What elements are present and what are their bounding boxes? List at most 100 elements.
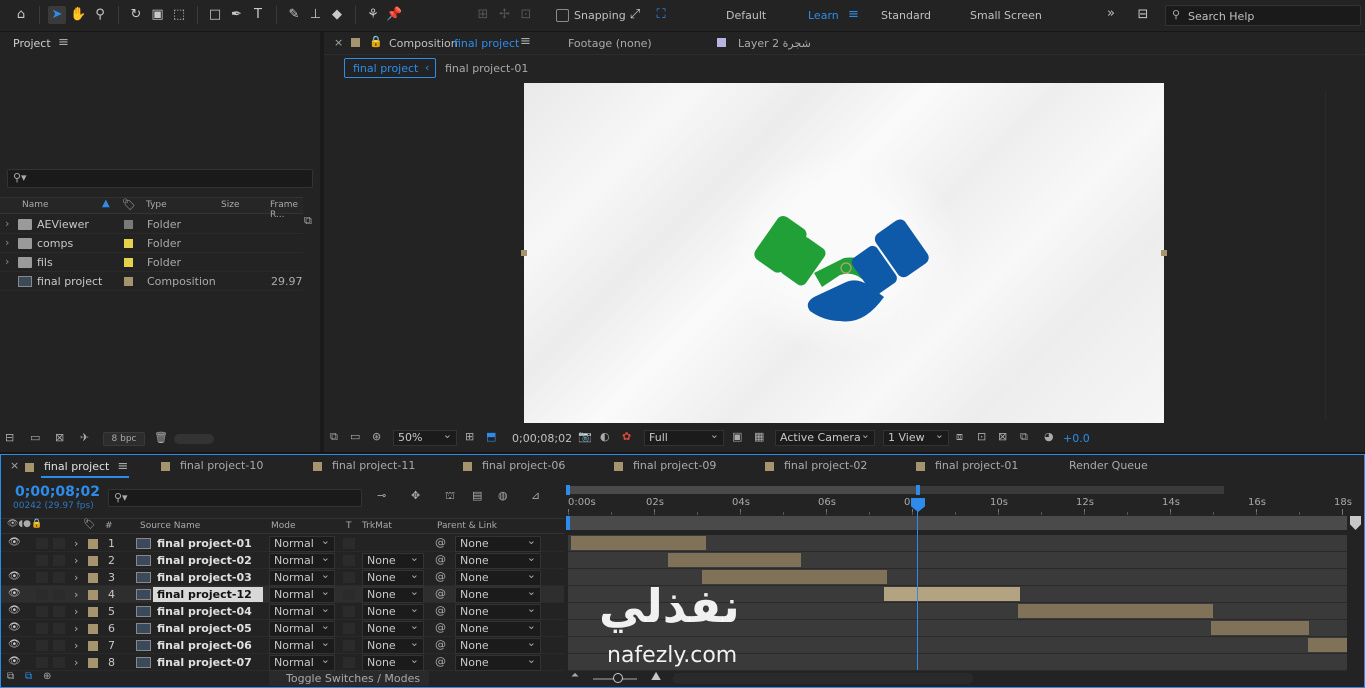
layer-source-name[interactable]: final project-05 <box>157 622 252 635</box>
lock-toggle[interactable] <box>53 606 65 617</box>
label-swatch[interactable] <box>88 556 98 566</box>
lock-icon[interactable]: 🔒 <box>369 35 383 48</box>
project-item-row[interactable]: › AEViewer Folder <box>0 215 303 234</box>
label-swatch[interactable] <box>124 239 133 248</box>
visibility-eye-icon[interactable]: 👁 <box>8 588 21 599</box>
blending-mode-dropdown[interactable]: Normal <box>269 551 335 569</box>
interpret-footage-icon[interactable]: ⊟ <box>5 431 14 444</box>
rotate-tool-icon[interactable]: ↻ <box>127 6 145 24</box>
lock-toggle[interactable] <box>53 657 65 668</box>
expand-arrow-icon[interactable]: › <box>74 554 78 567</box>
preserve-transparency-toggle[interactable] <box>343 555 355 566</box>
blending-mode-dropdown[interactable]: Normal <box>269 568 335 586</box>
project-item-row[interactable]: › comps Folder <box>0 234 303 253</box>
parent-pickwhip-icon[interactable]: @ <box>435 570 446 583</box>
label-swatch[interactable] <box>88 658 98 668</box>
project-search-input[interactable]: ⚲▾ <box>7 169 313 188</box>
audio-toggle[interactable] <box>36 640 48 651</box>
column-name[interactable]: Name <box>22 200 49 210</box>
workspace-menu-icon[interactable]: ≡ <box>848 7 859 22</box>
blending-mode-dropdown[interactable]: Normal <box>269 602 335 620</box>
layer-row[interactable]: 👁 › 7 final project-06 Normal None @ Non… <box>1 636 564 654</box>
resolution-dropdown[interactable]: Full <box>644 428 724 446</box>
thumbnail-slider[interactable] <box>174 434 214 444</box>
visibility-eye-icon[interactable]: 👁 <box>8 639 21 650</box>
camera-view-dropdown[interactable]: Active Camera <box>775 428 875 446</box>
preserve-transparency-toggle[interactable] <box>343 640 355 651</box>
workspace-small-screen[interactable]: Small Screen <box>970 9 1042 22</box>
fast-previews-icon[interactable]: ⊡ <box>977 430 986 443</box>
preserve-transparency-toggle[interactable] <box>343 606 355 617</box>
new-composition-icon[interactable]: ⊠ <box>55 431 64 444</box>
panel-menu-icon[interactable]: ≡ <box>520 34 531 49</box>
timeline-timecode[interactable]: 0;00;08;02 <box>15 484 100 500</box>
motion-blur-icon[interactable]: ◍ <box>498 489 508 502</box>
timeline-tab[interactable]: final project-10 <box>161 459 263 475</box>
snapping-checkbox[interactable] <box>556 9 569 22</box>
layer-duration-bar[interactable] <box>1018 604 1213 618</box>
workspaces-overflow-icon[interactable]: » <box>1107 6 1115 21</box>
lock-toggle[interactable] <box>53 623 65 634</box>
lock-toggle[interactable] <box>53 555 65 566</box>
parent-dropdown[interactable]: None <box>455 534 541 552</box>
audio-toggle[interactable] <box>36 538 48 549</box>
expand-arrow-icon[interactable]: › <box>74 656 78 669</box>
layer-search-input[interactable]: ⚲▾ <box>108 489 362 507</box>
parent-pickwhip-icon[interactable]: @ <box>435 638 446 651</box>
bounding-handle[interactable] <box>1161 250 1167 256</box>
comp-flowchart-icon[interactable]: ⊸ <box>377 489 386 502</box>
flowchart-icon[interactable]: ⧉ <box>304 214 312 228</box>
timeline-tab[interactable]: final project-02 <box>765 459 867 475</box>
expand-arrow-icon[interactable]: › <box>74 571 78 584</box>
breadcrumb-item-current[interactable]: final project <box>353 62 418 75</box>
view-layout-dropdown[interactable]: 1 View <box>883 428 949 446</box>
layer-switches-icon[interactable]: ⧉ <box>7 671 14 682</box>
composition-tab-name[interactable]: final project <box>454 37 519 50</box>
trash-icon[interactable]: 🗑 <box>154 431 168 444</box>
label-tag-icon[interactable]: 🏷 <box>122 198 136 211</box>
layer-track[interactable] <box>568 535 1347 552</box>
visibility-eye-icon[interactable]: 👁 <box>8 571 21 582</box>
parent-pickwhip-icon[interactable]: @ <box>435 655 446 668</box>
hand-tool-icon[interactable]: ✋ <box>70 6 88 24</box>
workspace-default[interactable]: Default <box>726 9 766 22</box>
breadcrumb-item[interactable]: final project-01 <box>445 62 528 75</box>
lock-toggle[interactable] <box>53 589 65 600</box>
world-axis-icon[interactable]: ✢ <box>496 6 514 24</box>
bounding-handle[interactable] <box>521 250 527 256</box>
camera-tool-icon[interactable]: ▣ <box>149 6 167 24</box>
label-swatch[interactable] <box>124 258 133 267</box>
parent-dropdown[interactable]: None <box>455 602 541 620</box>
expand-arrow-icon[interactable]: › <box>74 588 78 601</box>
snap-features-icon[interactable]: ⛶ <box>652 6 670 24</box>
preserve-transparency-toggle[interactable] <box>343 657 355 668</box>
layer-source-name[interactable]: final project-04 <box>157 605 252 618</box>
zoom-in-icon[interactable]: ⛰ <box>651 669 661 684</box>
close-tab-icon[interactable]: × <box>10 459 19 472</box>
workspace-layout-icon[interactable]: ⊟ <box>1134 6 1152 24</box>
region-of-interest-icon[interactable]: ▣ <box>732 430 742 443</box>
selection-tool-icon[interactable]: ➤ <box>48 6 66 24</box>
layer-row[interactable]: › 2 final project-02 Normal None @ None <box>1 551 564 569</box>
snapshot-camera-icon[interactable]: 📷 <box>578 430 592 443</box>
close-tab-icon[interactable]: × <box>334 36 343 49</box>
expand-arrow-icon[interactable]: › <box>74 639 78 652</box>
layer-row[interactable]: 👁 › 3 final project-03 Normal None @ Non… <box>1 568 564 586</box>
footage-tab[interactable]: Footage (none) <box>568 37 652 50</box>
pen-tool-icon[interactable]: ✒ <box>228 6 246 24</box>
preserve-transparency-toggle[interactable] <box>343 589 355 600</box>
timeline-tab[interactable]: final project ≡ <box>25 459 128 475</box>
vr-goggles-icon[interactable]: ⊛ <box>372 430 381 443</box>
transparency-grid-icon[interactable]: ▦ <box>754 430 764 443</box>
search-help-field[interactable]: ⚲ Search Help <box>1165 5 1361 26</box>
lock-toggle[interactable] <box>53 640 65 651</box>
flowchart-icon[interactable]: ⧉ <box>1020 430 1028 444</box>
tab-render-queue[interactable]: Render Queue <box>1069 459 1148 475</box>
parent-pickwhip-icon[interactable]: @ <box>435 604 446 617</box>
timeline-icon[interactable]: ⊠ <box>998 430 1007 443</box>
preserve-transparency-toggle[interactable] <box>343 623 355 634</box>
layer-duration-bar[interactable] <box>668 553 801 567</box>
blending-mode-dropdown[interactable]: Normal <box>269 585 335 603</box>
adjust-settings-icon[interactable]: ✈ <box>80 431 89 444</box>
parent-dropdown[interactable]: None <box>455 585 541 603</box>
